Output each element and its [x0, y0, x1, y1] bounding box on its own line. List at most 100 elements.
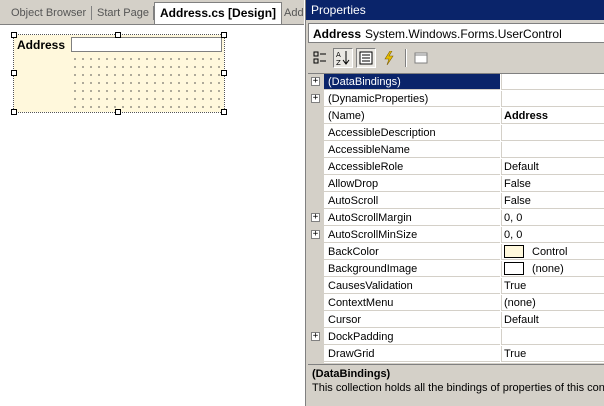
property-value[interactable]: 0, 0	[501, 227, 604, 243]
categorized-button[interactable]	[310, 48, 330, 68]
property-row[interactable]: AccessibleDescription	[308, 125, 604, 142]
resize-handle-ne[interactable]	[221, 32, 227, 38]
tab-start-page[interactable]: Start Page	[92, 4, 154, 22]
tab-address-design[interactable]: Address.cs [Design]	[154, 2, 283, 24]
property-row[interactable]: CausesValidation True	[308, 278, 604, 295]
property-name: CausesValidation	[324, 278, 500, 294]
user-control-address[interactable]: Address	[13, 34, 225, 113]
image-swatch	[504, 261, 524, 275]
expand-plus-icon[interactable]: +	[311, 332, 320, 341]
property-pages-icon	[414, 52, 428, 64]
property-name: AutoScrollMinSize	[324, 227, 500, 243]
property-row[interactable]: + (DynamicProperties)	[308, 91, 604, 108]
tab-object-browser[interactable]: Object Browser	[6, 4, 91, 22]
resize-handle-e[interactable]	[221, 70, 227, 76]
property-value[interactable]: Default	[501, 159, 604, 175]
object-selector-dropdown[interactable]: Address System.Windows.Forms.UserControl	[308, 23, 604, 43]
property-name: AccessibleDescription	[324, 125, 500, 141]
resize-handle-s[interactable]	[115, 109, 121, 115]
property-value[interactable]: Address	[501, 108, 604, 124]
property-name: BackgroundImage	[324, 261, 500, 277]
object-name: Address	[313, 27, 362, 41]
property-value[interactable]	[501, 125, 604, 141]
row-gutter	[308, 244, 324, 261]
property-name: AutoScroll	[324, 193, 500, 209]
property-grid[interactable]: + (DataBindings) + (DynamicProperties) (…	[308, 73, 604, 363]
row-gutter: +	[308, 227, 324, 244]
property-value[interactable]: 0, 0	[501, 210, 604, 226]
row-gutter	[308, 193, 324, 210]
property-name: AccessibleRole	[324, 159, 500, 175]
property-row[interactable]: AllowDrop False	[308, 176, 604, 193]
property-row[interactable]: ContextMenu (none)	[308, 295, 604, 312]
property-value[interactable]: False	[501, 193, 604, 209]
address-textbox[interactable]	[71, 37, 222, 52]
resize-handle-sw[interactable]	[11, 109, 17, 115]
property-value[interactable]: Default	[501, 312, 604, 328]
property-value[interactable]: (none)	[501, 295, 604, 311]
document-tab-strip: Object Browser Start Page Address.cs [De…	[0, 0, 304, 25]
property-row[interactable]: AutoScroll False	[308, 193, 604, 210]
address-label: Address	[17, 38, 66, 52]
svg-text:A: A	[336, 51, 341, 59]
alphabetical-button[interactable]: A Z	[333, 48, 353, 68]
resize-handle-w[interactable]	[11, 70, 17, 76]
row-gutter: +	[308, 91, 324, 108]
property-row[interactable]: + AutoScrollMinSize 0, 0	[308, 227, 604, 244]
property-value[interactable]: (none)	[501, 261, 604, 277]
properties-window: Properties Address System.Windows.Forms.U…	[305, 0, 604, 406]
property-name: ContextMenu	[324, 295, 500, 311]
expand-plus-icon[interactable]: +	[311, 230, 320, 239]
resize-handle-n[interactable]	[115, 32, 121, 38]
properties-title-bar[interactable]: Properties	[306, 0, 604, 20]
svg-text:Z: Z	[336, 59, 341, 66]
property-value[interactable]: False	[501, 176, 604, 192]
tab-address-code[interactable]: Addr	[279, 4, 304, 22]
property-value[interactable]	[501, 91, 604, 107]
property-value[interactable]: True	[501, 278, 604, 294]
description-text: This collection holds all the bindings o…	[312, 382, 604, 394]
lightning-icon	[384, 51, 394, 65]
property-pages-button[interactable]	[411, 48, 431, 68]
row-gutter	[308, 142, 324, 159]
property-row[interactable]: (Name) Address	[308, 108, 604, 125]
resize-handle-se[interactable]	[221, 109, 227, 115]
property-row[interactable]: BackColor Control	[308, 244, 604, 261]
property-name: DockPadding	[324, 329, 500, 345]
events-button[interactable]	[379, 48, 399, 68]
expand-plus-icon[interactable]: +	[311, 77, 320, 86]
row-gutter	[308, 261, 324, 278]
property-value[interactable]: Control	[501, 244, 604, 260]
property-row[interactable]: AccessibleName	[308, 142, 604, 159]
row-gutter	[308, 108, 324, 125]
property-row[interactable]: + DockPadding	[308, 329, 604, 346]
property-value[interactable]	[501, 142, 604, 158]
property-value[interactable]: True	[501, 346, 604, 362]
property-row[interactable]: + (DataBindings)	[308, 74, 604, 91]
property-name: (DataBindings)	[324, 74, 500, 90]
description-title: (DataBindings)	[312, 368, 391, 380]
design-grid-dots	[71, 55, 222, 110]
property-row[interactable]: Cursor Default	[308, 312, 604, 329]
expand-plus-icon[interactable]: +	[311, 94, 320, 103]
property-name: (Name)	[324, 108, 500, 124]
row-gutter	[308, 176, 324, 193]
property-row[interactable]: + AutoScrollMargin 0, 0	[308, 210, 604, 227]
properties-view-button[interactable]	[356, 48, 376, 68]
color-swatch	[504, 244, 524, 258]
property-name: AllowDrop	[324, 176, 500, 192]
design-surface[interactable]: Address	[0, 25, 304, 406]
property-value[interactable]	[501, 329, 604, 345]
property-row[interactable]: BackgroundImage (none)	[308, 261, 604, 278]
property-value[interactable]	[501, 74, 604, 90]
row-gutter	[308, 278, 324, 295]
property-value-text: (none)	[532, 263, 564, 275]
property-row[interactable]: AccessibleRole Default	[308, 159, 604, 176]
row-gutter	[308, 159, 324, 176]
property-row[interactable]: DrawGrid True	[308, 346, 604, 363]
expand-plus-icon[interactable]: +	[311, 213, 320, 222]
property-name: DrawGrid	[324, 346, 500, 362]
property-name: AccessibleName	[324, 142, 500, 158]
resize-handle-nw[interactable]	[11, 32, 17, 38]
properties-toolbar: A Z	[306, 45, 604, 71]
